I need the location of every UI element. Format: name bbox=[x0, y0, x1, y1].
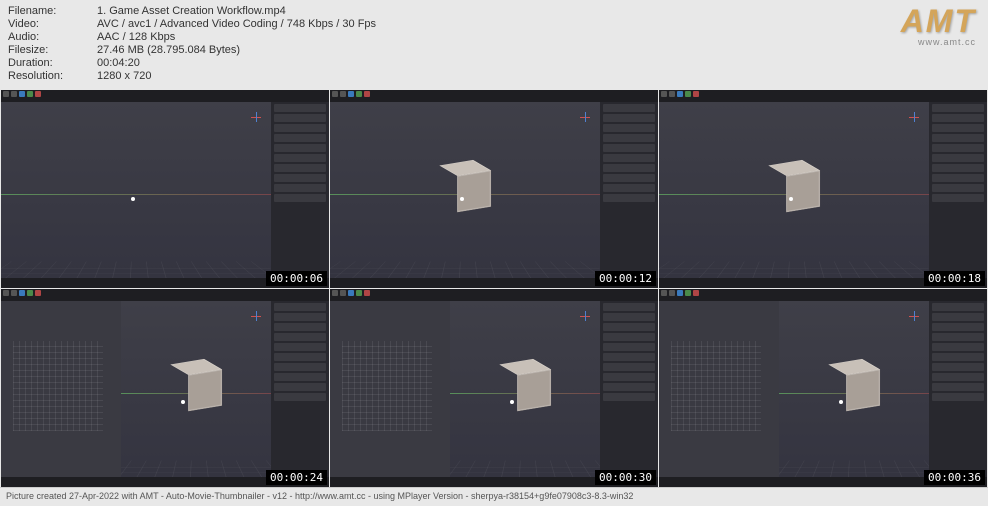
floor-grid bbox=[779, 460, 929, 477]
timestamp-badge: 00:00:30 bbox=[595, 470, 656, 485]
floor-grid bbox=[121, 460, 271, 477]
cube-mesh bbox=[448, 166, 482, 208]
floor-grid bbox=[659, 261, 929, 278]
thumbnail-3: 00:00:18 bbox=[659, 90, 987, 288]
app-topbar bbox=[659, 90, 987, 102]
logo-text: AMT bbox=[901, 5, 976, 37]
timestamp-badge: 00:00:12 bbox=[595, 271, 656, 286]
uv-grid bbox=[13, 341, 103, 431]
cube-mesh bbox=[777, 166, 811, 208]
timestamp-badge: 00:00:24 bbox=[266, 470, 327, 485]
uv-grid bbox=[671, 341, 761, 431]
properties-panel bbox=[271, 102, 329, 278]
3d-viewport bbox=[450, 301, 600, 477]
axis-x bbox=[1, 194, 271, 195]
3d-viewport bbox=[659, 102, 929, 278]
uv-grid bbox=[342, 341, 432, 431]
cursor-icon bbox=[789, 197, 793, 201]
video-label: Video: bbox=[8, 18, 93, 30]
timestamp-badge: 00:00:36 bbox=[924, 470, 985, 485]
floor-grid bbox=[330, 261, 600, 278]
filesize-value: 27.46 MB (28.795.084 Bytes) bbox=[97, 44, 376, 56]
3d-viewport bbox=[330, 102, 600, 278]
nav-gizmo-icon bbox=[576, 108, 594, 126]
3d-viewport bbox=[779, 301, 929, 477]
nav-gizmo-icon bbox=[247, 108, 265, 126]
footer: Picture created 27-Apr-2022 with AMT - A… bbox=[0, 487, 988, 505]
audio-value: AAC / 128 Kbps bbox=[97, 31, 376, 43]
filesize-label: Filesize: bbox=[8, 44, 93, 56]
thumbnail-2: 00:00:12 bbox=[330, 90, 658, 288]
resolution-label: Resolution: bbox=[8, 70, 93, 82]
cursor-icon bbox=[460, 197, 464, 201]
nav-gizmo-icon bbox=[905, 108, 923, 126]
video-value: AVC / avc1 / Advanced Video Coding / 748… bbox=[97, 18, 376, 30]
thumbnail-5: 00:00:30 bbox=[330, 289, 658, 487]
app-topbar bbox=[330, 90, 658, 102]
thumbnail-4: 00:00:24 bbox=[1, 289, 329, 487]
cursor-icon bbox=[839, 400, 843, 404]
file-info: Filename: 1. Game Asset Creation Workflo… bbox=[8, 5, 376, 82]
cursor-icon bbox=[510, 400, 514, 404]
uv-editor-panel bbox=[330, 301, 450, 477]
properties-panel bbox=[600, 102, 658, 278]
uv-editor-panel bbox=[659, 301, 779, 477]
properties-panel bbox=[929, 301, 987, 477]
cursor-icon bbox=[131, 197, 135, 201]
resolution-value: 1280 x 720 bbox=[97, 70, 376, 82]
filename-value: 1. Game Asset Creation Workflow.mp4 bbox=[97, 5, 376, 17]
properties-panel bbox=[600, 301, 658, 477]
audio-label: Audio: bbox=[8, 31, 93, 43]
app-topbar bbox=[659, 289, 987, 301]
thumbnails-grid: 00:00:06 00:00:12 00:00:18 00:00:24 00:00:30… bbox=[0, 90, 988, 487]
header: Filename: 1. Game Asset Creation Workflo… bbox=[0, 0, 988, 90]
properties-panel bbox=[929, 102, 987, 278]
3d-viewport bbox=[1, 102, 271, 278]
uv-editor-panel bbox=[1, 301, 121, 477]
timestamp-badge: 00:00:18 bbox=[924, 271, 985, 286]
3d-viewport bbox=[121, 301, 271, 477]
timestamp-badge: 00:00:06 bbox=[266, 271, 327, 286]
floor-grid bbox=[450, 460, 600, 477]
duration-label: Duration: bbox=[8, 57, 93, 69]
footer-text: Picture created 27-Apr-2022 with AMT - A… bbox=[6, 491, 633, 501]
app-topbar bbox=[1, 90, 329, 102]
floor-grid bbox=[1, 261, 271, 278]
nav-gizmo-icon bbox=[905, 307, 923, 325]
thumbnail-6: 00:00:36 bbox=[659, 289, 987, 487]
duration-value: 00:04:20 bbox=[97, 57, 376, 69]
cursor-icon bbox=[181, 400, 185, 404]
properties-panel bbox=[271, 301, 329, 477]
nav-gizmo-icon bbox=[247, 307, 265, 325]
app-topbar bbox=[1, 289, 329, 301]
app-topbar bbox=[330, 289, 658, 301]
filename-label: Filename: bbox=[8, 5, 93, 17]
logo: AMT www.amt.cc bbox=[901, 5, 980, 47]
thumbnail-1: 00:00:06 bbox=[1, 90, 329, 288]
nav-gizmo-icon bbox=[576, 307, 594, 325]
